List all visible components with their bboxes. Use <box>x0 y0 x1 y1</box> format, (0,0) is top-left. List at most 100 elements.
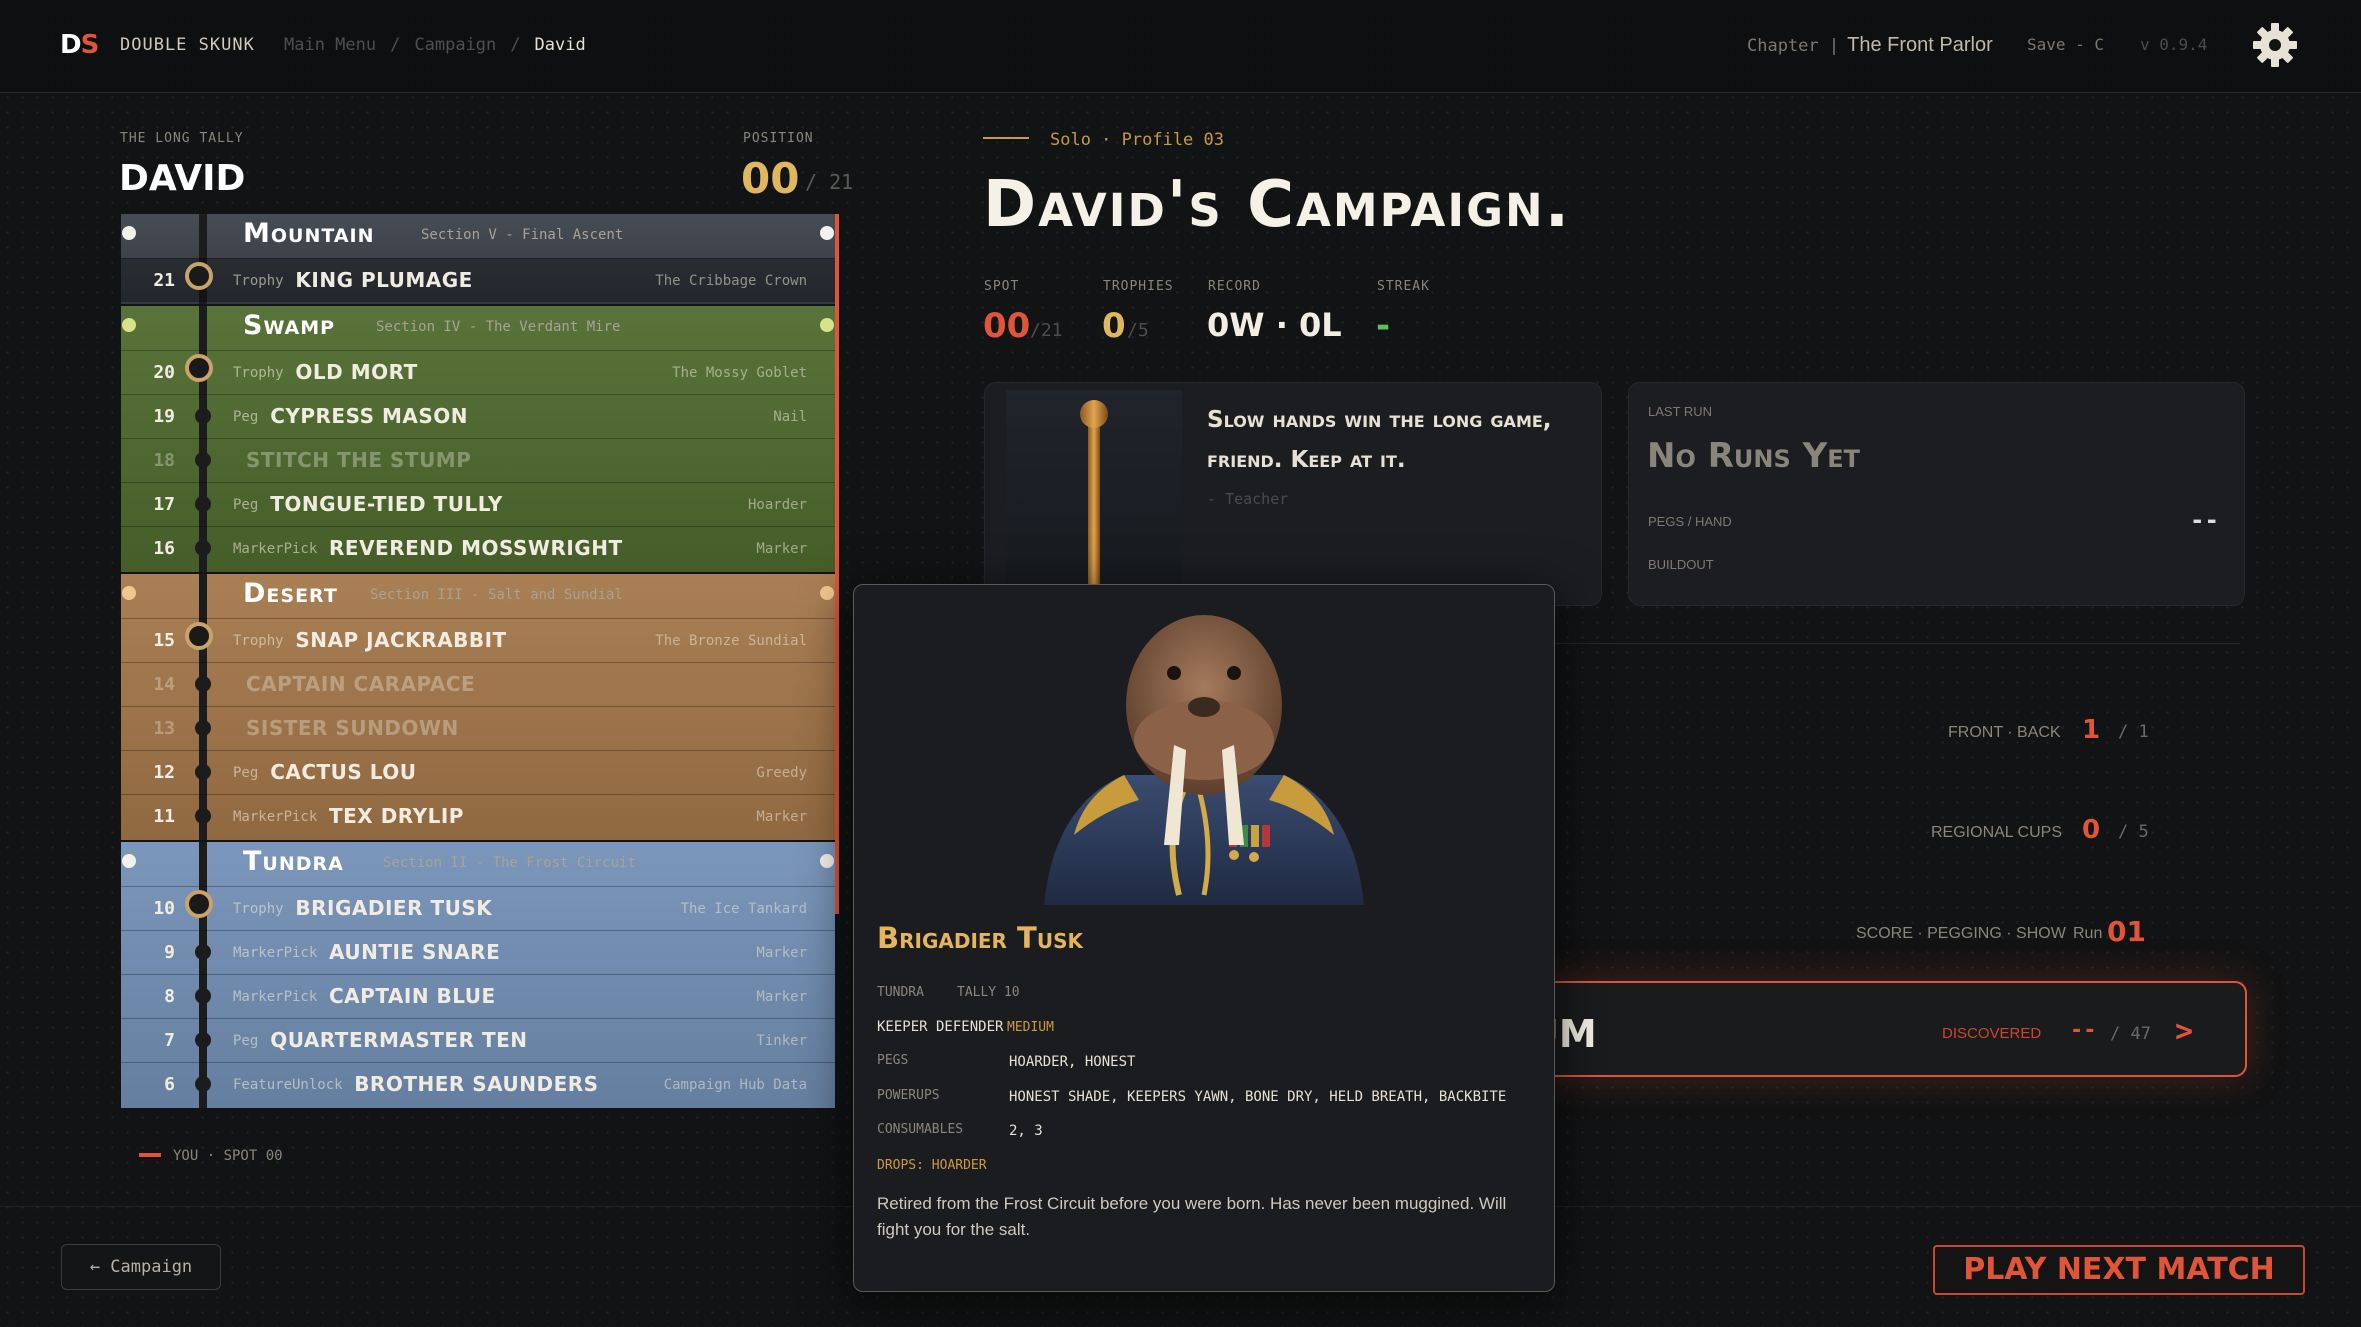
save-slot: Save - C <box>2027 35 2105 54</box>
discovered-label: DISCOVERED <box>1942 1025 2042 1042</box>
row-number: 18 <box>153 450 175 471</box>
row-number: 16 <box>153 538 175 559</box>
region-header: Mountain Section V - Final Ascent <box>121 214 835 254</box>
ladder-row[interactable]: 12 Peg CACTUS LOU Greedy <box>121 750 835 794</box>
score-pegging-show-label: SCORE · PEGGING · SHOW <box>1856 925 2066 942</box>
region-subtitle: Section IV - The Verdant Mire <box>376 319 621 335</box>
record-label: RECORD <box>1208 279 1261 294</box>
row-title: CAPTAIN CARAPACE <box>246 672 476 696</box>
region-name: Swamp <box>243 310 336 341</box>
row-number: 21 <box>153 270 175 291</box>
row-type: MarkerPick <box>233 809 318 825</box>
ladder-row[interactable]: 19 Peg CYPRESS MASON Nail <box>121 394 835 438</box>
row-number: 11 <box>153 806 175 827</box>
row-title: QUARTERMASTER TEN <box>270 1028 528 1052</box>
row-reward: Marker <box>756 541 807 557</box>
breadcrumb-campaign[interactable]: Campaign <box>414 35 496 55</box>
front-back-total: / 1 <box>2118 722 2149 742</box>
run-label: Run <box>2073 925 2103 942</box>
discovered-total: / 47 <box>2110 1024 2151 1044</box>
row-number: 20 <box>153 362 175 383</box>
row-number: 7 <box>164 1030 175 1051</box>
row-number: 14 <box>153 674 175 695</box>
row-number: 17 <box>153 494 175 515</box>
ladder-row[interactable]: 20 Trophy OLD MORT The Mossy Goblet <box>121 350 835 394</box>
teacher-portrait <box>1006 390 1182 600</box>
ladder-row[interactable]: 8 MarkerPick CAPTAIN BLUE Marker <box>121 974 835 1018</box>
play-next-match-button[interactable]: PLAY NEXT MATCH <box>1933 1245 2305 1295</box>
ladder-row[interactable]: 7 Peg QUARTERMASTER TEN Tinker <box>121 1018 835 1062</box>
opponent-description: Retired from the Frost Circuit before yo… <box>877 1194 1507 1239</box>
row-reward: Hoarder <box>747 497 807 513</box>
row-number: 15 <box>153 630 175 651</box>
row-number: 9 <box>164 942 175 963</box>
breadcrumb-main-menu[interactable]: Main Menu <box>284 35 376 55</box>
trophy-ring-icon <box>185 354 213 382</box>
ladder-row[interactable]: 10 Trophy BRIGADIER TUSK The Ice Tankard <box>121 886 835 930</box>
spot-label: SPOT <box>984 279 1020 294</box>
row-reward: Marker <box>756 989 807 1005</box>
row-title: AUNTIE SNARE <box>329 940 501 964</box>
row-title: BRIGADIER TUSK <box>295 896 493 920</box>
region-header: Swamp Section IV - The Verdant Mire <box>121 306 835 346</box>
row-type: FeatureUnlock <box>233 1077 343 1093</box>
row-type: Peg <box>233 409 259 425</box>
teacher-quote: Slow hands win the long game, friend. Ke… <box>1207 407 1552 473</box>
peg-hole-icon <box>195 408 211 424</box>
region-subtitle: Section III - Salt and Sundial <box>370 587 623 603</box>
ladder-row[interactable]: 14 CAPTAIN CARAPACE <box>121 662 835 706</box>
chevron-right-icon[interactable]: > <box>2175 1014 2193 1049</box>
region-swamp: Swamp Section IV - The Verdant Mire 20 Trop… <box>121 306 835 572</box>
peg-hole-icon <box>195 452 211 468</box>
ladder-row[interactable]: 17 Peg TONGUE-TIED TULLY Hoarder <box>121 482 835 526</box>
row-type: Peg <box>233 1033 259 1049</box>
difficulty-badge: MEDIUM <box>1007 1020 1054 1035</box>
trophies-total: /5 <box>1127 320 1149 341</box>
row-title: OLD MORT <box>295 360 418 384</box>
ladder-row[interactable]: 15 Trophy SNAP JACKRABBIT The Bronze Sundia… <box>121 618 835 662</box>
front-back-label: FRONT · BACK <box>1948 724 2061 741</box>
campaign-ladder: Mountain Section V - Final Ascent 21 Trophy… <box>121 214 835 1128</box>
row-number: 10 <box>153 898 175 919</box>
back-to-campaign-button[interactable]: ← Campaign <box>61 1244 221 1290</box>
trophies-value: 0 <box>1102 306 1126 346</box>
row-reward: Marker <box>756 945 807 961</box>
row-reward: Marker <box>756 809 807 825</box>
row-reward: Greedy <box>756 765 807 781</box>
row-type: Peg <box>233 765 259 781</box>
region-name: Tundra <box>243 846 344 877</box>
mode-rule <box>983 137 1029 139</box>
region-dot-icon <box>820 854 834 868</box>
ladder-row[interactable]: 16 MarkerPick REVEREND MOSSWRIGHT Marker <box>121 526 835 570</box>
region-dot-icon <box>122 318 136 332</box>
spot-value: 00 <box>983 306 1031 346</box>
regional-cups-label: REGIONAL CUPS <box>1931 824 2062 841</box>
region-header: Desert Section III - Salt and Sundial <box>121 574 835 614</box>
gear-icon[interactable] <box>2250 20 2300 70</box>
row-title: CYPRESS MASON <box>270 404 468 428</box>
region-dot-icon <box>122 854 136 868</box>
ladder-row[interactable]: 6 FeatureUnlock BROTHER SAUNDERS Campaign H… <box>121 1062 835 1106</box>
ladder-row[interactable]: 21 Trophy KING PLUMAGE The Cribbage Crown <box>121 258 835 302</box>
row-type: Trophy <box>233 365 284 381</box>
pegs-per-hand-value: -- <box>2190 506 2219 534</box>
chapter-indicator: Chapter | The Front Parlor <box>1747 34 1993 56</box>
opponent-portrait <box>1014 595 1394 905</box>
record-value: 0W · 0L <box>1207 306 1342 344</box>
peg-hole-icon <box>195 764 211 780</box>
ladder-row[interactable]: 13 SISTER SUNDOWN <box>121 706 835 750</box>
brand-name: DOUBLE SKUNK <box>120 35 255 55</box>
ladder-row[interactable]: 18 STITCH THE STUMP <box>121 438 835 482</box>
row-reward: The Mossy Goblet <box>672 365 807 381</box>
ladder-row[interactable]: 9 MarkerPick AUNTIE SNARE Marker <box>121 930 835 974</box>
page-title: David's Campaign. <box>983 168 1572 242</box>
version-label: v 0.9.4 <box>2140 35 2208 54</box>
row-number: 19 <box>153 406 175 427</box>
region-subtitle: Section V - Final Ascent <box>421 227 624 243</box>
logo[interactable]: DS <box>60 30 99 60</box>
ladder-row[interactable]: 11 MarkerPick TEX DRYLIP Marker <box>121 794 835 838</box>
peg-hole-icon <box>195 540 211 556</box>
region-dot-icon <box>122 586 136 600</box>
row-title: TONGUE-TIED TULLY <box>270 492 503 516</box>
peg-hole-icon <box>195 676 211 692</box>
